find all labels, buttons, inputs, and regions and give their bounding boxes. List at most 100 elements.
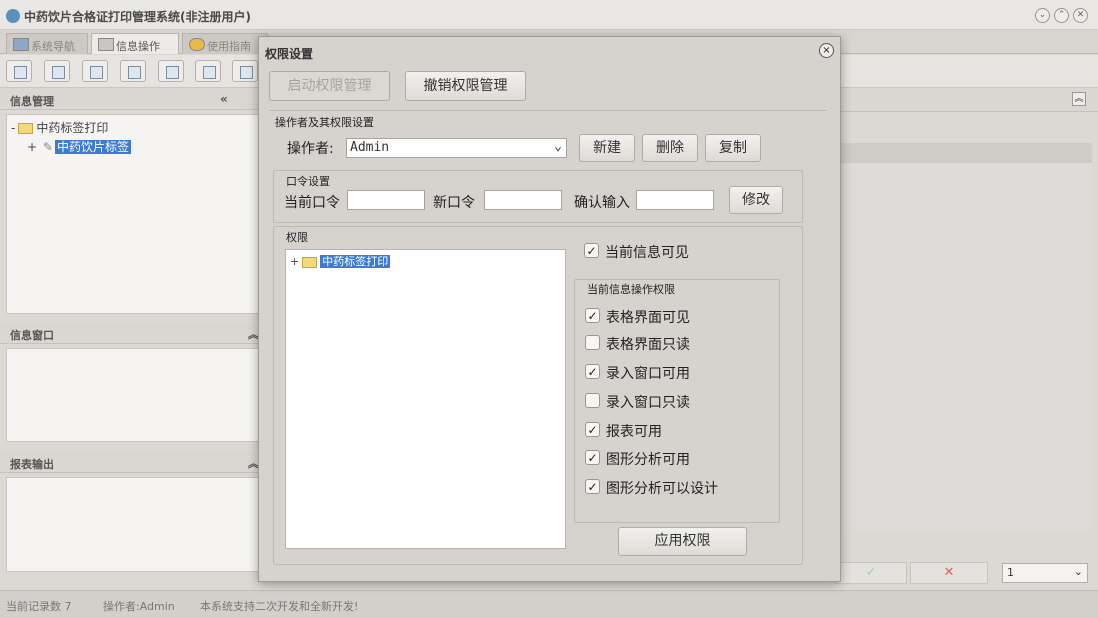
permission-checkbox[interactable]: ✓ xyxy=(585,364,600,379)
permission-option-label: 表格界面可见 xyxy=(606,310,690,326)
right-panel-header: ︽ xyxy=(840,88,1098,112)
info-window-body xyxy=(6,348,262,442)
permission-checkbox[interactable] xyxy=(585,335,600,350)
tree-expand-icon[interactable]: + xyxy=(27,140,37,154)
permission-tree: + 中药标签打印 xyxy=(285,249,566,549)
app-logo-icon xyxy=(6,9,20,23)
permission-checkbox[interactable]: ✓ xyxy=(585,422,600,437)
copy-operator-button[interactable]: 复制 xyxy=(705,134,761,162)
permission-tree-root-label: 中药标签打印 xyxy=(320,255,391,268)
password-group-label: 口令设置 xyxy=(286,175,330,188)
minimize-icon[interactable]: ⌄ xyxy=(1035,8,1050,23)
search-icon xyxy=(14,66,27,79)
divider xyxy=(269,110,827,111)
cancel-edit-button[interactable]: ✕ xyxy=(910,562,988,584)
operator-select-value: Admin xyxy=(350,140,390,155)
window-icon xyxy=(166,66,179,79)
tree-child-item[interactable]: + ✎ 中药饮片标签 xyxy=(27,138,131,155)
report-body xyxy=(6,477,262,572)
info-manage-title: 信息管理 xyxy=(10,95,54,108)
info-window-header: 信息窗口 ︽ xyxy=(0,322,262,344)
confirm-password-input[interactable] xyxy=(636,190,714,210)
export-tool-button[interactable] xyxy=(195,60,221,82)
tab-label: 使用指南 xyxy=(207,40,251,53)
chevron-down-icon: ⌄ xyxy=(554,139,562,154)
permission-tree-root[interactable]: + 中药标签打印 xyxy=(290,253,391,269)
tab-label: 系统导航 xyxy=(31,40,75,53)
enable-permission-button[interactable]: 启动权限管理 xyxy=(269,71,390,101)
current-password-input[interactable] xyxy=(347,190,425,210)
current-visible-checkbox[interactable]: ✓ xyxy=(584,243,599,258)
table-icon xyxy=(52,66,65,79)
status-bar: 当前记录数 7 操作者:Admin 本系统支持二次开发和全新开发! xyxy=(0,590,1098,618)
new-password-input[interactable] xyxy=(484,190,562,210)
record-count: 当前记录数 7 xyxy=(6,600,72,613)
label-tool-icon: ✎ xyxy=(42,140,53,154)
tab-label: 信息操作 xyxy=(116,40,160,53)
new-operator-button[interactable]: 新建 xyxy=(579,134,635,162)
permission-option-label: 表格界面只读 xyxy=(606,337,690,353)
grid-header-strip xyxy=(840,143,1092,163)
operator-status: 操作者:Admin xyxy=(103,600,175,613)
permission-checkbox[interactable]: ✓ xyxy=(585,479,600,494)
monitor-icon xyxy=(13,38,29,51)
document-icon xyxy=(90,66,103,79)
page-select-value: 1 xyxy=(1007,566,1014,579)
folder-icon xyxy=(302,256,318,268)
modify-password-button[interactable]: 修改 xyxy=(729,186,783,214)
view-tool-button[interactable] xyxy=(44,60,70,82)
search-tool-button[interactable] xyxy=(6,60,32,82)
window-tool-button[interactable] xyxy=(158,60,184,82)
permission-option-label: 图形分析可用 xyxy=(606,452,690,468)
operator-select[interactable]: Admin ⌄ xyxy=(346,138,567,158)
permission-dialog: 权限设置 × 启动权限管理 撤销权限管理 操作者及其权限设置 操作者: Admi… xyxy=(258,36,841,582)
delete-operator-button[interactable]: 删除 xyxy=(642,134,698,162)
tree-expand-icon[interactable]: + xyxy=(290,255,299,268)
grid-icon xyxy=(98,38,114,51)
tree-tool-button[interactable] xyxy=(120,60,146,82)
operator-group-label: 操作者及其权限设置 xyxy=(275,116,374,129)
tab-info-operation[interactable]: 信息操作 xyxy=(91,33,179,54)
revoke-permission-button[interactable]: 撤销权限管理 xyxy=(405,71,526,101)
report-header: 报表输出 ︽ xyxy=(0,451,262,473)
permission-option-label: 录入窗口可用 xyxy=(606,366,690,382)
new-password-label: 新口令 xyxy=(433,195,475,211)
tree-child-label: 中药饮片标签 xyxy=(54,140,131,154)
maximize-icon[interactable]: ⌃ xyxy=(1054,8,1069,23)
info-window-title: 信息窗口 xyxy=(10,329,54,342)
new-doc-tool-button[interactable] xyxy=(82,60,108,82)
data-grid-area xyxy=(840,163,1092,530)
info-manage-header: 信息管理 « xyxy=(0,88,262,110)
confirm-edit-button[interactable]: ✓ xyxy=(835,562,907,584)
tree-root-item[interactable]: - 中药标签打印 xyxy=(11,119,108,136)
print-tool-button[interactable] xyxy=(232,60,258,82)
tab-system-nav[interactable]: 系统导航 xyxy=(6,33,88,54)
permission-checkbox[interactable]: ✓ xyxy=(585,308,600,323)
tree-collapse-icon[interactable]: - xyxy=(11,121,15,135)
expand-right-icon[interactable]: ︽ xyxy=(1072,92,1086,106)
permission-option-label: 图形分析可以设计 xyxy=(606,481,718,497)
collapse-left-icon[interactable]: « xyxy=(220,92,228,106)
folder-icon xyxy=(18,123,34,134)
export-icon xyxy=(203,66,216,79)
dialog-close-icon[interactable]: × xyxy=(819,43,834,58)
tree-root-label: 中药标签打印 xyxy=(36,121,109,135)
operation-permission-label: 当前信息操作权限 xyxy=(587,283,675,296)
permission-checkbox[interactable]: ✓ xyxy=(585,450,600,465)
permission-group-label: 权限 xyxy=(286,231,308,244)
app-title: 中药饮片合格证打印管理系统(非注册用户) xyxy=(24,10,251,24)
close-window-icon[interactable]: ✕ xyxy=(1073,8,1088,23)
apply-permission-button[interactable]: 应用权限 xyxy=(618,527,747,556)
chevron-down-icon: ⌄ xyxy=(1073,565,1083,578)
operator-label: 操作者: xyxy=(287,141,334,157)
report-title: 报表输出 xyxy=(10,458,54,471)
current-password-label: 当前口令 xyxy=(284,195,340,211)
page-select[interactable]: 1 ⌄ xyxy=(1002,563,1088,583)
tab-user-guide[interactable]: 使用指南 xyxy=(182,33,268,54)
permission-checkbox[interactable] xyxy=(585,393,600,408)
info-tree: - 中药标签打印 + ✎ 中药饮片标签 xyxy=(6,114,262,314)
status-message: 本系统支持二次开发和全新开发! xyxy=(200,600,359,613)
dialog-title: 权限设置 xyxy=(265,47,314,61)
print-icon xyxy=(240,66,253,79)
current-visible-label: 当前信息可见 xyxy=(605,245,689,261)
